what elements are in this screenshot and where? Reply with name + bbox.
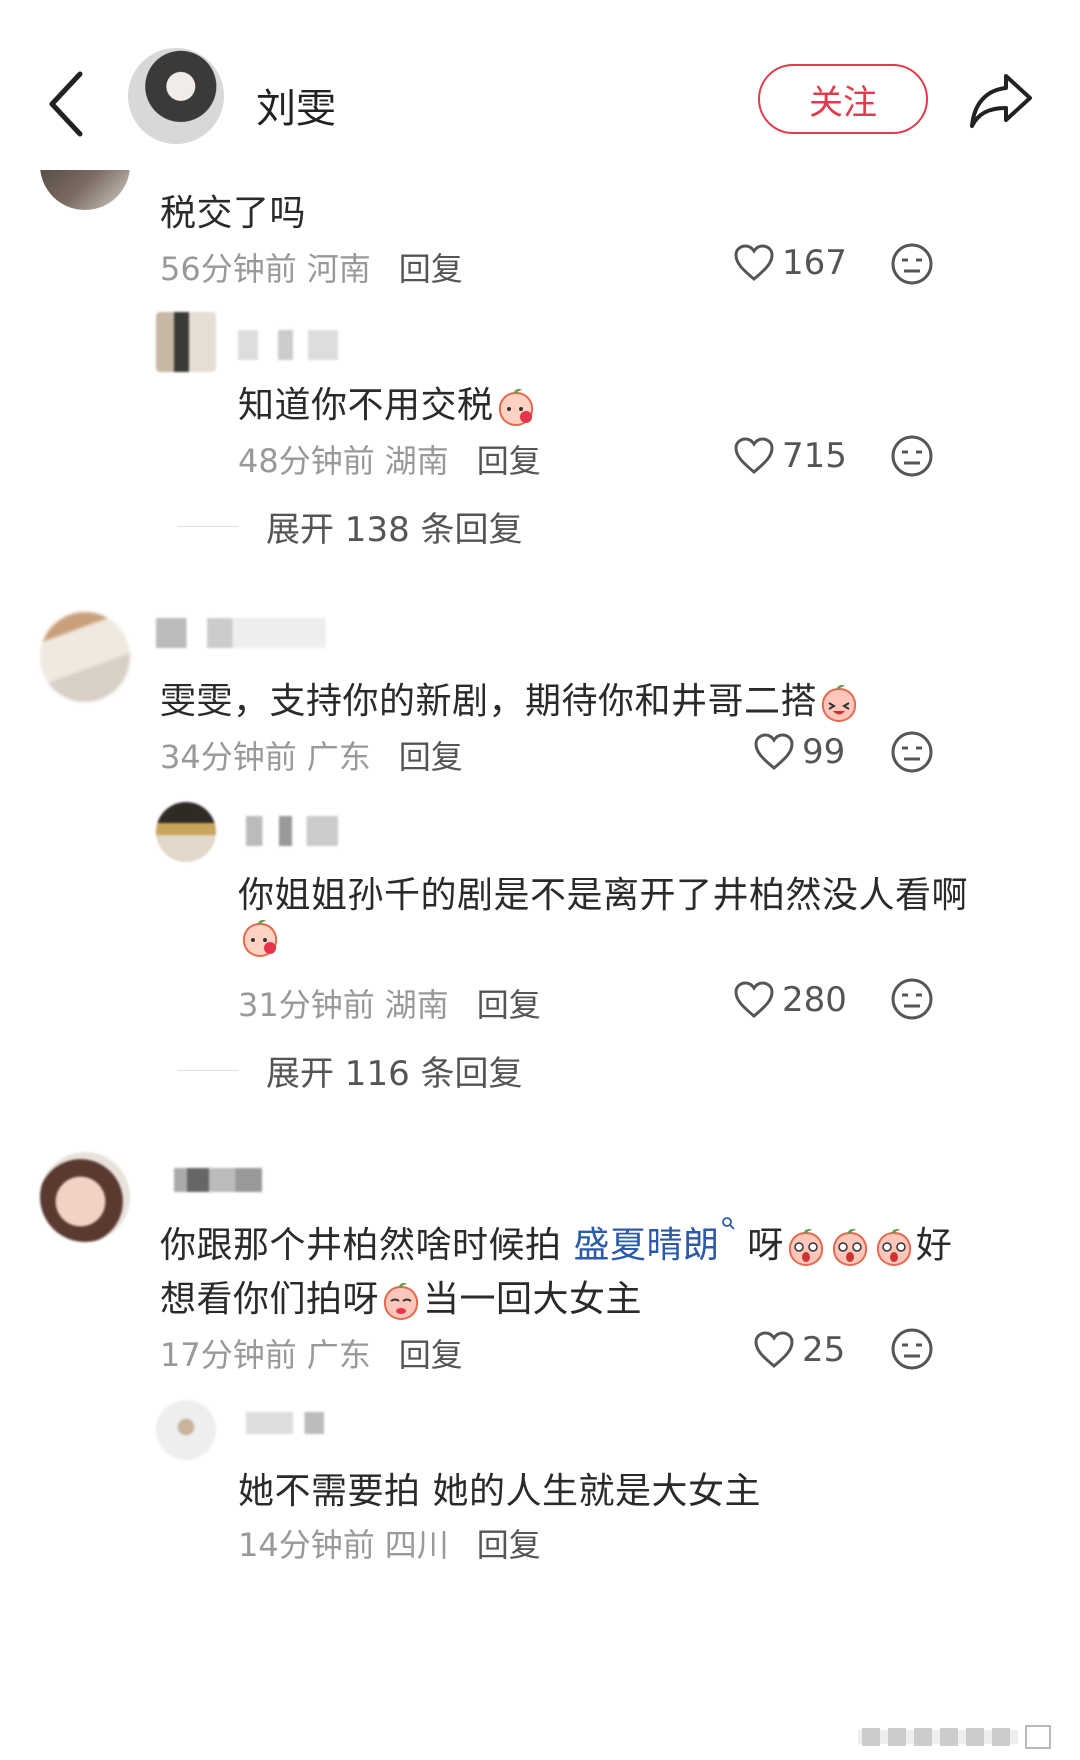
- like-button[interactable]: 25: [754, 1330, 845, 1370]
- reply-meta: 14分钟前 四川 回复: [238, 1526, 541, 1564]
- replier-avatar[interactable]: [156, 1400, 216, 1460]
- top-bar: 刘雯 关注: [0, 0, 1080, 170]
- reply-button[interactable]: 回复: [477, 1526, 541, 1564]
- commenter-avatar[interactable]: [40, 1152, 130, 1242]
- reply-meta: 31分钟前 湖南 回复: [238, 986, 541, 1024]
- peach-surprised-emoji-icon: [876, 1229, 912, 1267]
- back-arrow-icon[interactable]: [40, 64, 100, 144]
- expand-replies-button[interactable]: 展开 116 条回复: [178, 1046, 523, 1095]
- like-count: 280: [782, 980, 847, 1020]
- reply-text: 知道你不用交税: [238, 376, 538, 428]
- follow-button[interactable]: 关注: [758, 64, 928, 134]
- drama-link[interactable]: 盛夏晴朗: [573, 1217, 736, 1266]
- heart-icon: [734, 981, 774, 1018]
- peach-shy-emoji-icon: [383, 1283, 419, 1321]
- reply-text: 你姐姐孙千的剧是不是离开了井柏然没人看啊: [238, 875, 969, 916]
- peach-surprised-emoji-icon: [788, 1229, 824, 1267]
- comment-text: 税交了吗: [160, 193, 307, 234]
- heart-icon: [734, 437, 774, 474]
- emoji-icon[interactable]: [890, 242, 934, 286]
- reply-button[interactable]: 回复: [399, 738, 463, 776]
- commenter-name-blurred: [156, 618, 326, 648]
- like-count: 99: [802, 732, 846, 772]
- reply-meta: 48分钟前 湖南 回复: [238, 442, 541, 480]
- like-button[interactable]: 280: [734, 980, 847, 1020]
- reply-button[interactable]: 回复: [477, 986, 541, 1024]
- like-button[interactable]: 99: [754, 732, 845, 772]
- expand-replies-button[interactable]: 展开 138 条回复: [178, 502, 523, 551]
- like-button[interactable]: 167: [734, 243, 847, 283]
- emoji-icon[interactable]: [890, 434, 934, 478]
- author-name[interactable]: 刘雯: [256, 76, 336, 134]
- divider: [178, 1070, 238, 1071]
- like-button[interactable]: 715: [734, 436, 847, 476]
- like-count: 715: [782, 436, 847, 476]
- peach-laughing-emoji-icon: [821, 685, 857, 723]
- comment-text: 你跟那个井柏然啥时候拍 盛夏晴朗 呀好: [160, 1216, 952, 1268]
- divider: [178, 526, 238, 527]
- commenter-name-blurred: [174, 1168, 262, 1192]
- peach-blush-emoji-icon: [242, 920, 278, 958]
- like-count: 25: [802, 1330, 846, 1370]
- comment-text: 雯雯，支持你的新剧，期待你和井哥二搭: [160, 672, 861, 724]
- peach-surprised-emoji-icon: [832, 1229, 868, 1267]
- replier-avatar[interactable]: [156, 312, 216, 372]
- replier-name-blurred: [238, 330, 338, 360]
- comment-text-line2: 想看你们拍呀 当一回大女主: [160, 1279, 643, 1321]
- comment-time: 56分钟前: [160, 250, 297, 288]
- emoji-icon[interactable]: [890, 1327, 934, 1371]
- heart-icon: [754, 1331, 794, 1368]
- peach-blush-emoji-icon: [498, 389, 533, 427]
- reply-button[interactable]: 回复: [399, 250, 463, 288]
- reply-button[interactable]: 回复: [477, 442, 541, 480]
- comment-location: 河南: [306, 250, 371, 288]
- emoji-icon[interactable]: [890, 977, 934, 1021]
- replier-avatar[interactable]: [156, 802, 216, 862]
- replier-name-blurred: [246, 1412, 324, 1434]
- emoji-icon[interactable]: [890, 730, 934, 774]
- reply-text: 她不需要拍 她的人生就是大女主: [238, 1471, 761, 1512]
- reply-button[interactable]: 回复: [399, 1336, 463, 1374]
- comment-meta: 17分钟前 广东 回复: [160, 1336, 463, 1374]
- replier-name-blurred: [246, 816, 338, 846]
- like-count: 167: [782, 243, 847, 283]
- comment-meta: 34分钟前 广东 回复: [160, 738, 463, 776]
- watermark-stamp: [858, 1725, 1051, 1749]
- heart-icon: [734, 244, 774, 281]
- share-icon[interactable]: [968, 70, 1034, 132]
- search-icon: [722, 1217, 736, 1230]
- commenter-avatar[interactable]: [40, 612, 130, 702]
- comment-meta: 56分钟前 河南 回复: [160, 244, 463, 290]
- author-avatar[interactable]: [128, 48, 224, 144]
- heart-icon: [754, 733, 794, 770]
